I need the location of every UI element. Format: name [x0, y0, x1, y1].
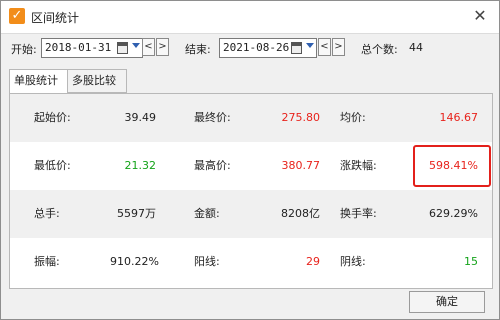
stats-row: 总手: 5597万 金额: 8208亿 换手率: 629.29%: [10, 190, 492, 238]
end-date-picker[interactable]: 2021-08-26: [219, 38, 317, 58]
up-candle-value: 29: [306, 255, 320, 268]
amplitude-label: 振幅:: [34, 255, 60, 268]
turnover-label: 换手率:: [340, 207, 377, 220]
end-prev-button[interactable]: <: [318, 38, 331, 56]
end-next-button[interactable]: >: [332, 38, 345, 56]
close-button[interactable]: ✕: [471, 7, 489, 25]
dropdown-arrow-icon[interactable]: [306, 43, 314, 48]
avg-price-label: 均价:: [340, 111, 366, 124]
change-pct-highlight: [413, 145, 491, 187]
down-candle-value: 15: [464, 255, 478, 268]
low-price-value: 21.32: [124, 159, 157, 172]
high-price-label: 最高价:: [194, 159, 231, 172]
start-next-button[interactable]: >: [156, 38, 169, 56]
amplitude-value: 910.22%: [110, 255, 159, 268]
dropdown-arrow-icon[interactable]: [132, 43, 140, 48]
start-price-label: 起始价:: [34, 111, 71, 124]
start-label: 开始:: [11, 43, 37, 56]
stats-row: 起始价: 39.49 最终价: 275.80 均价: 146.67: [10, 94, 492, 142]
date-range-toolbar: 开始: 2018-01-31 < > 结束: 2021-08-26 < > 总个…: [1, 36, 499, 60]
tab-multi-compare[interactable]: 多股比较: [67, 69, 127, 93]
down-candle-label: 阴线:: [340, 255, 366, 268]
total-volume-label: 总手:: [34, 207, 60, 220]
low-price-label: 最低价:: [34, 159, 71, 172]
calendar-icon[interactable]: [291, 42, 302, 54]
end-price-label: 最终价:: [194, 111, 231, 124]
start-price-value: 39.49: [124, 111, 157, 124]
end-date-value: 2021-08-26: [223, 41, 290, 54]
change-pct-label: 涨跌幅:: [340, 159, 377, 172]
total-count-value: 44: [409, 41, 423, 54]
total-volume-value: 5597万: [117, 207, 156, 220]
turnover-value: 629.29%: [429, 207, 478, 220]
amount-label: 金额:: [194, 207, 220, 220]
stats-row: 振幅: 910.22% 阳线: 29 阴线: 15: [10, 238, 492, 286]
dialog-title: 区间统计: [31, 11, 80, 25]
start-date-picker[interactable]: 2018-01-31: [41, 38, 143, 58]
amount-value: 8208亿: [281, 207, 320, 220]
checkmark-app-icon: ✓: [9, 8, 25, 24]
start-date-value: 2018-01-31: [45, 41, 112, 54]
total-count-label: 总个数:: [361, 43, 398, 56]
stats-panel: 起始价: 39.49 最终价: 275.80 均价: 146.67 最低价: 2…: [9, 93, 493, 289]
title-bar: ✓ 区间统计 ✕: [1, 1, 499, 34]
end-label: 结束:: [185, 43, 211, 56]
tab-single-stock[interactable]: 单股统计: [9, 69, 75, 94]
start-prev-button[interactable]: <: [142, 38, 155, 56]
up-candle-label: 阳线:: [194, 255, 220, 268]
ok-button[interactable]: 确定: [409, 291, 485, 313]
end-price-value: 275.80: [281, 111, 321, 124]
calendar-icon[interactable]: [117, 42, 128, 54]
stats-dialog: ✓ 区间统计 ✕ 开始: 2018-01-31 < > 结束: 2021-08-…: [0, 0, 500, 320]
high-price-value: 380.77: [281, 159, 321, 172]
avg-price-value: 146.67: [439, 111, 479, 124]
